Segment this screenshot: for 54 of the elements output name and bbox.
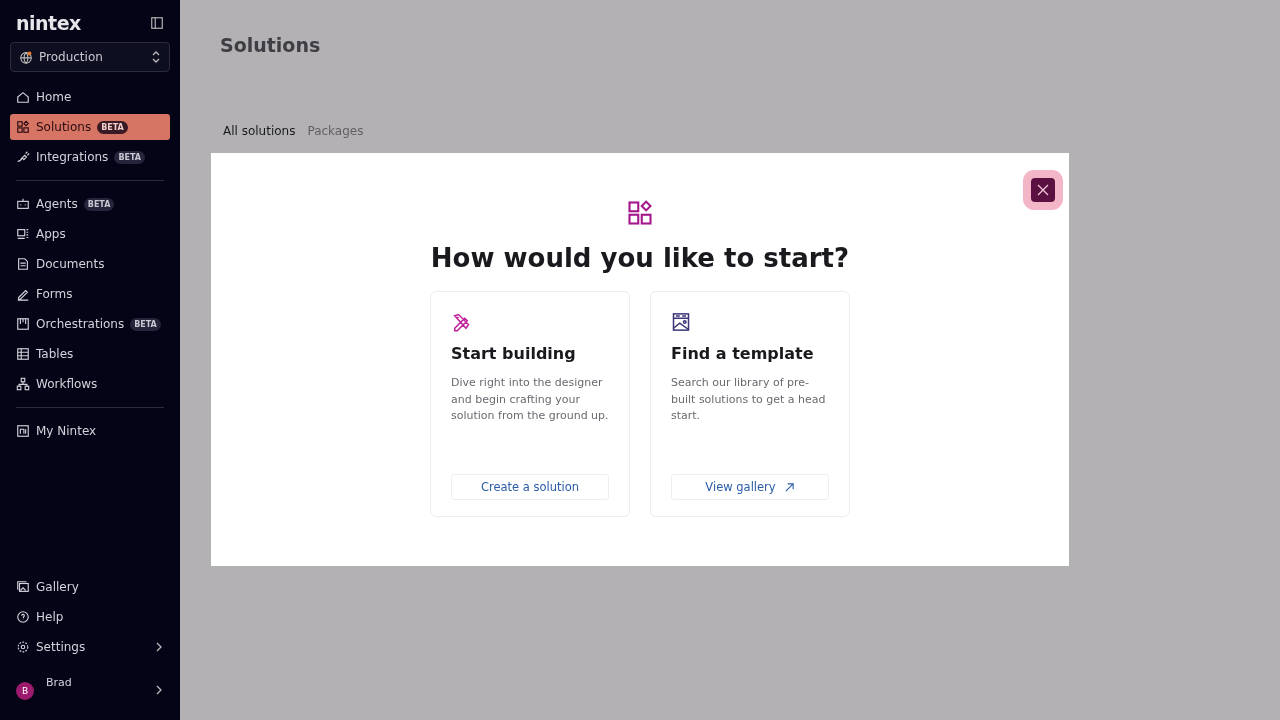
- nav-item[interactable]: Documents: [10, 251, 170, 277]
- template-icon: [671, 312, 691, 332]
- robot-icon: [16, 197, 30, 211]
- pencil-ruler-icon: [451, 312, 471, 332]
- chevron-right-icon: [154, 684, 164, 696]
- board-icon: [16, 317, 30, 331]
- pencil-icon: [16, 287, 30, 301]
- grid-icon: [16, 120, 30, 134]
- nav-item[interactable]: Tables: [10, 341, 170, 367]
- page-title: Solutions: [220, 34, 322, 56]
- nintex-logo: nintex: [16, 12, 81, 34]
- nav-item[interactable]: Orchestrations BETA: [10, 311, 170, 337]
- nav-item[interactable]: Help: [10, 604, 170, 630]
- apps-icon: [16, 227, 30, 241]
- user-avatar: B: [16, 682, 34, 700]
- tab[interactable]: All solutions: [223, 124, 296, 138]
- dialog-title: How would you like to start?: [430, 243, 850, 273]
- option-title: Find a template: [671, 344, 815, 363]
- nav-item[interactable]: Apps: [10, 221, 170, 247]
- nav-item[interactable]: My Nintex: [10, 418, 170, 444]
- house-icon: [16, 90, 30, 104]
- image-icon: [16, 580, 30, 594]
- sidebar-toggle-icon[interactable]: [150, 16, 164, 30]
- nav-item[interactable]: Agents BETA: [10, 191, 170, 217]
- hierarchy-icon: [16, 377, 30, 391]
- nav-item[interactable]: Forms: [10, 281, 170, 307]
- option-description: Search our library of pre-built solutions to get a head start.: [671, 375, 827, 424]
- beta-badge: BETA: [114, 150, 145, 164]
- beta-badge: BETA: [97, 120, 128, 134]
- up-down-icon: [151, 50, 161, 64]
- nav-item[interactable]: Workflows: [10, 371, 170, 397]
- option-button[interactable]: Create a solution: [451, 474, 609, 500]
- option-title: Start building: [451, 344, 577, 363]
- option-description: Dive right into the designer and begin crafting your solution from the ground up.: [451, 375, 609, 424]
- grid-icon: [626, 199, 654, 227]
- close-icon: [1036, 183, 1050, 197]
- table-icon: [16, 347, 30, 361]
- beta-badge: BETA: [130, 317, 161, 331]
- help-icon: [16, 610, 30, 624]
- nav-item[interactable]: Home: [10, 84, 170, 110]
- user-menu[interactable]: B Brad: [10, 672, 170, 704]
- nav-item[interactable]: Solutions BETA: [10, 114, 170, 140]
- nav-item[interactable]: Gallery: [10, 574, 170, 600]
- document-icon: [16, 257, 30, 271]
- nav-item[interactable]: Integrations BETA: [10, 144, 170, 170]
- environment-selector[interactable]: Production: [10, 42, 170, 72]
- external-arrow-icon: [783, 481, 795, 493]
- beta-badge: BETA: [83, 197, 115, 211]
- option-button[interactable]: View gallery: [671, 474, 829, 500]
- nav-item[interactable]: Settings: [10, 634, 170, 660]
- square-logo-icon: [16, 424, 30, 438]
- settings-icon: [16, 640, 30, 654]
- globe-icon: [19, 50, 33, 64]
- chevron-right-icon: [154, 641, 164, 653]
